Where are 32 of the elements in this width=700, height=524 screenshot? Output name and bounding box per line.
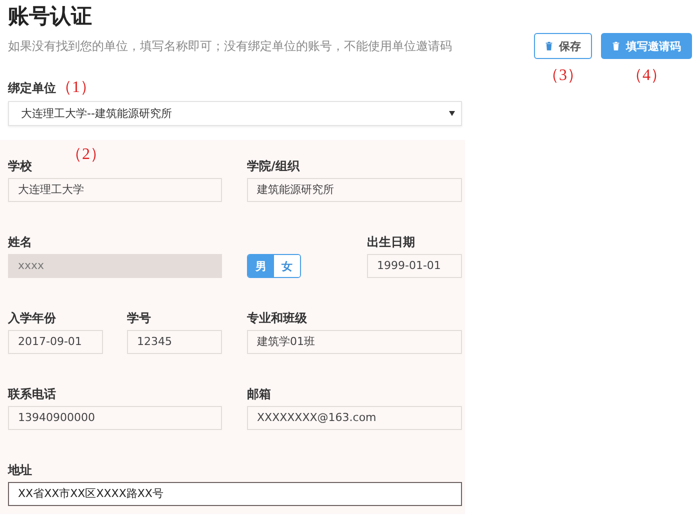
field-label: 学号: [127, 310, 152, 326]
input-field[interactable]: XXXXXXXX@163.com: [247, 406, 462, 430]
input-field[interactable]: 建筑学01班: [247, 330, 462, 354]
field-label: 出生日期: [367, 234, 416, 250]
input-field[interactable]: 12345: [127, 330, 222, 354]
unit-dropdown[interactable]: 大连理工大学--建筑能源研究所: [8, 101, 462, 126]
caret-icon: [449, 109, 455, 118]
field-label: 绑定单位: [8, 80, 56, 97]
description-text: 如果没有找到您的单位，填写名称即可；没有绑定单位的账号，不能使用单位邀请码: [8, 38, 453, 55]
input-field[interactable]: 大连理工大学: [8, 178, 222, 202]
trash-icon: [545, 41, 553, 51]
input-field[interactable]: XX省XX市XX区XXXX路XX号: [8, 482, 462, 506]
input-field[interactable]: 13940900000: [8, 406, 222, 430]
field-label: 专业和班级: [247, 310, 308, 326]
field-label: 邮箱: [247, 386, 272, 402]
annotation-number: （3）: [543, 66, 583, 86]
input-field[interactable]: 1999-01-01: [367, 254, 462, 278]
annotation-number: （2）: [66, 145, 106, 165]
save-button[interactable]: 保存: [534, 33, 592, 59]
field-label: 学校: [8, 158, 33, 174]
annotation-number: （4）: [626, 66, 666, 86]
field-label: 学院/组织: [247, 158, 301, 174]
field-label: 姓名: [8, 234, 33, 250]
annotation-number: （1）: [56, 78, 96, 98]
input-field[interactable]: 2017-09-01: [8, 330, 103, 354]
dropdown-value: 大连理工大学--建筑能源研究所: [21, 106, 172, 121]
input-field[interactable]: 建筑能源研究所: [247, 178, 462, 202]
field-label: 入学年份: [8, 310, 57, 326]
trash-icon: [612, 41, 620, 51]
field-label: 联系电话: [8, 386, 57, 402]
page-title: 账号认证: [8, 3, 93, 30]
field-label: 地址: [8, 462, 33, 478]
